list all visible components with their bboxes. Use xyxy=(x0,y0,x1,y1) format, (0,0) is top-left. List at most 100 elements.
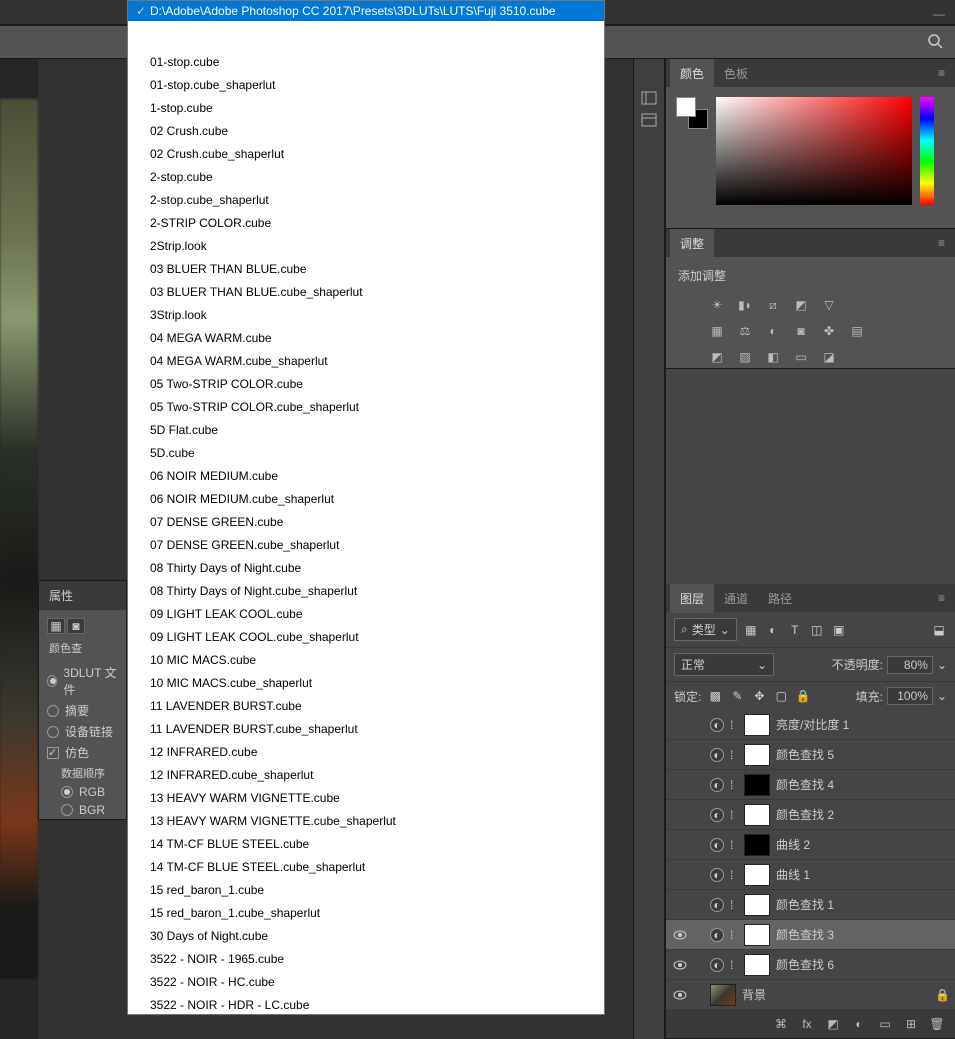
gradient-map-icon[interactable]: ▭ xyxy=(792,348,810,366)
dropdown-item[interactable]: 14 TM-CF BLUE STEEL.cube xyxy=(128,833,604,856)
bgr-radio[interactable]: BGR xyxy=(61,801,118,819)
lock-artboard-icon[interactable]: ▢ xyxy=(773,688,789,704)
opacity-input[interactable]: 80% xyxy=(887,656,933,674)
tab-paths[interactable]: 路径 xyxy=(758,584,802,613)
dropdown-item[interactable]: 2-stop.cube xyxy=(128,166,604,189)
layer-thumb[interactable] xyxy=(710,984,736,1006)
layer-name[interactable]: 曲线 1 xyxy=(776,866,949,883)
layer-mask-thumb[interactable] xyxy=(744,924,770,946)
filter-smart-icon[interactable]: ▣ xyxy=(831,622,847,638)
invert-icon[interactable]: ◩ xyxy=(708,348,726,366)
lock-all-icon[interactable]: 🔒 xyxy=(795,688,811,704)
dropdown-item[interactable]: 06 NOIR MEDIUM.cube xyxy=(128,465,604,488)
tab-color[interactable]: 颜色 xyxy=(670,59,714,88)
device-link-radio[interactable]: 设备链接 xyxy=(47,721,118,742)
dropdown-item[interactable]: 02 Crush.cube_shaperlut xyxy=(128,143,604,166)
photo-filter-icon[interactable]: ◙ xyxy=(792,322,810,340)
layer-row[interactable]: ◐⁞颜色查找 5 xyxy=(666,740,955,770)
layer-name[interactable]: 颜色查找 4 xyxy=(776,776,949,793)
dropdown-item[interactable]: 06 NOIR MEDIUM.cube_shaperlut xyxy=(128,488,604,511)
dropdown-item[interactable]: 10 MIC MACS.cube xyxy=(128,649,604,672)
layer-row[interactable]: 背景🔒 xyxy=(666,980,955,1010)
layer-row[interactable]: ◐⁞颜色查找 4 xyxy=(666,770,955,800)
panel-menu-icon[interactable]: ≡ xyxy=(932,66,951,80)
dock-icon-1[interactable] xyxy=(639,89,659,107)
hue-slider[interactable] xyxy=(920,97,934,205)
filter-shape-icon[interactable]: ◫ xyxy=(809,622,825,638)
threshold-icon[interactable]: ◧ xyxy=(764,348,782,366)
dropdown-item[interactable]: 04 MEGA WARM.cube xyxy=(128,327,604,350)
dropdown-item[interactable]: 13 HEAVY WARM VIGNETTE.cube xyxy=(128,787,604,810)
dropdown-item[interactable]: 05 Two-STRIP COLOR.cube xyxy=(128,373,604,396)
visibility-toggle[interactable] xyxy=(672,960,688,970)
dropdown-item[interactable]: 15 red_baron_1.cube_shaperlut xyxy=(128,902,604,925)
lock-image-icon[interactable]: ✎ xyxy=(729,688,745,704)
dropdown-item[interactable]: 2-STRIP COLOR.cube xyxy=(128,212,604,235)
exposure-icon[interactable]: ◩ xyxy=(792,296,810,314)
selective-color-icon[interactable]: ◪ xyxy=(820,348,838,366)
dropdown-item[interactable]: 12 INFRARED.cube_shaperlut xyxy=(128,764,604,787)
balance-icon[interactable]: ⚖ xyxy=(736,322,754,340)
layer-row[interactable]: ◐⁞曲线 1 xyxy=(666,860,955,890)
layer-name[interactable]: 背景 xyxy=(742,986,929,1003)
layer-mask-thumb[interactable] xyxy=(744,834,770,856)
panel-menu-icon[interactable]: ≡ xyxy=(932,236,951,250)
chevron-down-icon[interactable]: ⌄ xyxy=(937,689,947,703)
dropdown-item[interactable]: 10 MIC MACS.cube_shaperlut xyxy=(128,672,604,695)
layer-mask-thumb[interactable] xyxy=(744,894,770,916)
dropdown-item[interactable]: 03 BLUER THAN BLUE.cube xyxy=(128,258,604,281)
layer-name[interactable]: 颜色查找 3 xyxy=(776,926,949,943)
curves-icon[interactable]: ⧄ xyxy=(764,296,782,314)
filter-type-icon[interactable]: T xyxy=(787,622,803,638)
layer-mask-thumb[interactable] xyxy=(744,954,770,976)
lock-position-icon[interactable]: ✥ xyxy=(751,688,767,704)
layer-mask-icon[interactable]: ◩ xyxy=(825,1016,841,1032)
dropdown-item[interactable]: 11 LAVENDER BURST.cube xyxy=(128,695,604,718)
dock-icon-2[interactable] xyxy=(639,111,659,129)
dropdown-item[interactable]: 03 BLUER THAN BLUE.cube_shaperlut xyxy=(128,281,604,304)
dropdown-item[interactable]: 01-stop.cube_shaperlut xyxy=(128,74,604,97)
levels-icon[interactable]: ▮◗ xyxy=(736,296,754,314)
new-adjustment-icon[interactable]: ◐ xyxy=(851,1016,867,1032)
lock-transparency-icon[interactable]: ▩ xyxy=(707,688,723,704)
layer-row[interactable]: ◐⁞颜色查找 2 xyxy=(666,800,955,830)
tab-adjustments[interactable]: 调整 xyxy=(670,229,714,258)
dropdown-item[interactable]: 3522 - NOIR - HDR - LC.cube xyxy=(128,994,604,1014)
new-layer-icon[interactable]: ⊞ xyxy=(903,1016,919,1032)
visibility-toggle[interactable] xyxy=(672,930,688,940)
dropdown-item[interactable]: 07 DENSE GREEN.cube xyxy=(128,511,604,534)
brightness-icon[interactable]: ☀ xyxy=(708,296,726,314)
dropdown-item[interactable]: 05 Two-STRIP COLOR.cube_shaperlut xyxy=(128,396,604,419)
delete-layer-icon[interactable]: 🗑 xyxy=(929,1016,945,1032)
dropdown-item[interactable]: 11 LAVENDER BURST.cube_shaperlut xyxy=(128,718,604,741)
dropdown-item[interactable]: 15 red_baron_1.cube xyxy=(128,879,604,902)
lut-file-radio[interactable]: 3DLUT 文件 xyxy=(47,662,118,700)
hue-icon[interactable]: ▦ xyxy=(708,322,726,340)
dropdown-item[interactable]: 3Strip.look xyxy=(128,304,604,327)
abstract-radio[interactable]: 摘要 xyxy=(47,700,118,721)
link-layers-icon[interactable]: ⌘ xyxy=(773,1016,789,1032)
dropdown-item[interactable]: 14 TM-CF BLUE STEEL.cube_shaperlut xyxy=(128,856,604,879)
layer-row[interactable]: ◐⁞亮度/对比度 1 xyxy=(666,710,955,740)
layer-filter-select[interactable]: ⌕ 类型 ⌄ xyxy=(674,618,737,641)
layer-name[interactable]: 颜色查找 5 xyxy=(776,746,949,763)
filter-toggle-icon[interactable]: ⬓ xyxy=(931,622,947,638)
dropdown-item[interactable]: 5D.cube xyxy=(128,442,604,465)
dropdown-item[interactable]: 2-stop.cube_shaperlut xyxy=(128,189,604,212)
filter-pixel-icon[interactable]: ▦ xyxy=(743,622,759,638)
blend-mode-select[interactable]: 正常 ⌄ xyxy=(674,653,774,676)
chevron-down-icon[interactable]: ⌄ xyxy=(937,658,947,672)
layer-list[interactable]: ◐⁞亮度/对比度 1◐⁞颜色查找 5◐⁞颜色查找 4◐⁞颜色查找 2◐⁞曲线 2… xyxy=(666,710,955,1010)
dropdown-item[interactable]: 09 LIGHT LEAK COOL.cube xyxy=(128,603,604,626)
tab-channels[interactable]: 通道 xyxy=(714,584,758,613)
dropdown-item[interactable]: 01-stop.cube xyxy=(128,51,604,74)
minimize-button[interactable]: — xyxy=(933,7,947,17)
layer-name[interactable]: 颜色查找 2 xyxy=(776,806,949,823)
tab-layers[interactable]: 图层 xyxy=(670,584,714,613)
layer-row[interactable]: ◐⁞颜色查找 3 xyxy=(666,920,955,950)
dropdown-item[interactable]: 5D Flat.cube xyxy=(128,419,604,442)
layer-mask-thumb[interactable] xyxy=(744,864,770,886)
search-icon[interactable] xyxy=(927,33,943,52)
layer-name[interactable]: 亮度/对比度 1 xyxy=(776,716,949,733)
bw-icon[interactable]: ◐ xyxy=(764,322,782,340)
